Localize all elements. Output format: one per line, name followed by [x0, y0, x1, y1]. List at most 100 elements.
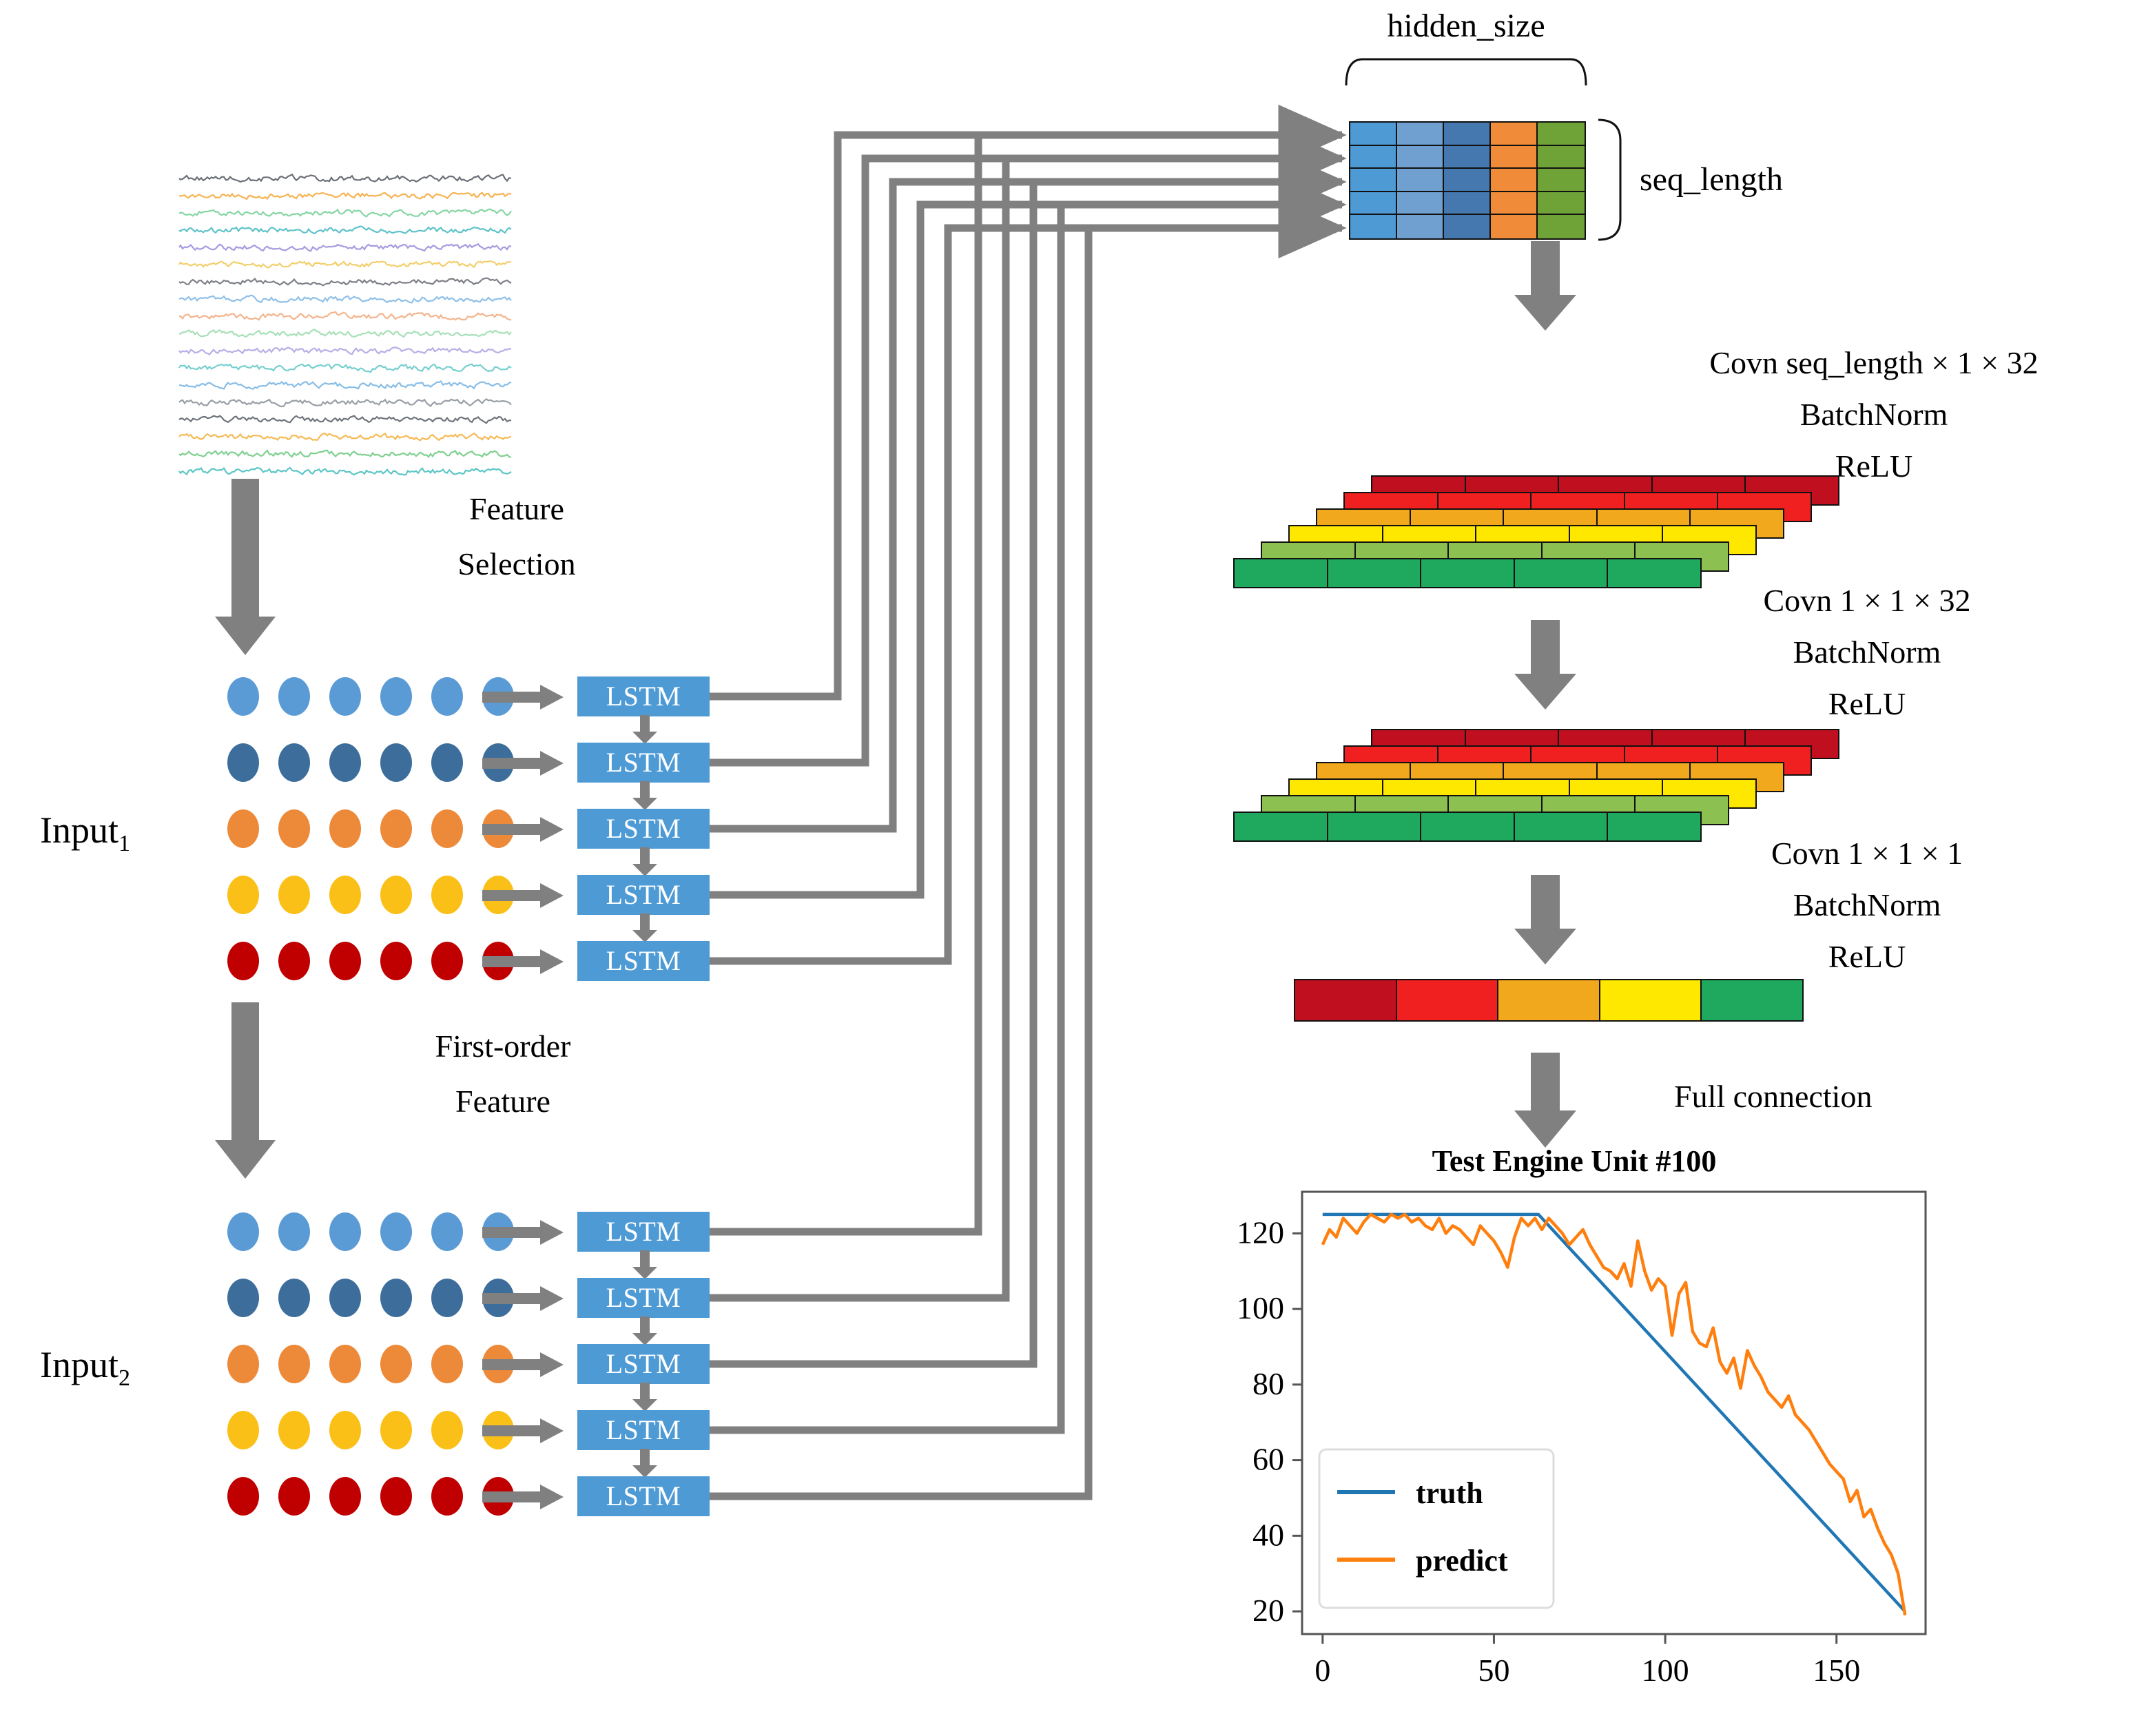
first-order-feature-arrow — [215, 1002, 276, 1179]
final-vector-segment — [1600, 980, 1702, 1020]
input-dot — [329, 942, 361, 980]
input-dot — [431, 876, 463, 914]
lstm-block[interactable]: LSTM — [577, 875, 710, 915]
lstm-output-wire — [710, 105, 1347, 1236]
stage-arrow-2 — [1514, 620, 1576, 710]
hidden-size-brace — [1345, 58, 1587, 86]
lstm-block[interactable]: LSTM — [577, 809, 710, 849]
input2-label: Input2 — [40, 1343, 130, 1392]
lstm-block[interactable]: LSTM — [577, 743, 710, 783]
lstm-chain-arrow — [632, 781, 657, 810]
input1-label-subscript: 1 — [118, 830, 130, 856]
final-vector-segment — [1702, 980, 1802, 1020]
feature-map-cell — [1235, 559, 1328, 587]
matrix-cell — [1538, 192, 1585, 216]
input2-label-text: Input — [40, 1344, 118, 1385]
dots-to-lstm-arrow — [482, 949, 564, 974]
feature-map-slab — [1233, 812, 1702, 842]
dots-to-lstm-arrow — [482, 1418, 564, 1443]
input-dot — [329, 1279, 361, 1317]
input-dot — [278, 1477, 310, 1516]
feature-map-stack-1 — [1233, 475, 1853, 613]
feature-map-cell — [1515, 813, 1609, 840]
matrix-cell — [1350, 215, 1397, 238]
input-dot — [227, 1411, 259, 1449]
matrix-cell — [1491, 169, 1538, 192]
matrix-cell — [1491, 145, 1538, 169]
lstm-block[interactable]: LSTM — [577, 676, 710, 716]
lstm-chain-arrow — [632, 1250, 657, 1279]
y-axis-tick: 120 — [1237, 1215, 1284, 1250]
dots-to-lstm-arrow — [482, 883, 564, 908]
conv2-line3: ReLU — [1828, 686, 1906, 721]
prediction-chart: Test Engine Unit #100 20 40 60 80 100 120 0 50 1… — [1199, 1144, 1950, 1736]
x-axis-tick: 150 — [1813, 1653, 1860, 1688]
input-dot — [431, 1345, 463, 1383]
matrix-cell — [1350, 169, 1397, 192]
dots-to-lstm-arrow — [482, 1220, 564, 1245]
input-dot — [227, 942, 259, 980]
input-dot — [431, 809, 463, 848]
lstm-block[interactable]: LSTM — [577, 1344, 710, 1384]
input-dot — [278, 1212, 310, 1251]
y-axis-tick: 20 — [1252, 1593, 1284, 1628]
first-order-label-line1: First-order — [435, 1029, 571, 1064]
input-dot — [278, 1411, 310, 1449]
matrix-cell — [1444, 169, 1491, 192]
matrix-cell — [1538, 145, 1585, 169]
input-dot — [329, 677, 361, 716]
feature-map-cell — [1608, 559, 1700, 587]
dots-to-lstm-arrow — [482, 817, 564, 842]
input-dot — [380, 1345, 412, 1383]
lstm-block[interactable]: LSTM — [577, 1410, 710, 1450]
input-dot — [380, 677, 412, 716]
input-dot — [278, 876, 310, 914]
input-dot — [227, 1212, 259, 1251]
input-dot — [227, 876, 259, 914]
input-dot — [329, 743, 361, 782]
lstm-block[interactable]: LSTM — [577, 1476, 710, 1516]
input-dot — [431, 1212, 463, 1251]
input-dot — [329, 1212, 361, 1251]
lstm-block[interactable]: LSTM — [577, 941, 710, 981]
conv1-line1: Covn seq_length × 1 × 32 — [1709, 345, 2039, 380]
matrix-cell — [1538, 215, 1585, 238]
x-axis-tick: 0 — [1314, 1653, 1330, 1688]
input-dot-row — [227, 1212, 514, 1251]
lstm-block[interactable]: LSTM — [577, 1212, 710, 1252]
conv1-line2: BatchNorm — [1799, 397, 1948, 432]
input-dot — [431, 1279, 463, 1317]
input-dot — [380, 809, 412, 848]
input-dot — [227, 809, 259, 848]
dots-to-lstm-arrow — [482, 1286, 564, 1311]
matrix-cell — [1444, 192, 1491, 216]
full-connection-label: Full connection — [1674, 1079, 1873, 1114]
matrix-cell — [1491, 215, 1538, 238]
lstm-chain-arrow — [632, 1383, 657, 1412]
legend-label: truth — [1416, 1476, 1483, 1510]
lstm-chain-arrow — [632, 1316, 657, 1345]
final-feature-vector — [1294, 979, 1804, 1022]
matrix-cell — [1444, 145, 1491, 169]
input1-label-text: Input — [40, 809, 118, 851]
y-axis-tick: 40 — [1252, 1517, 1284, 1552]
matrix-cell — [1350, 192, 1397, 216]
input-dot — [431, 1411, 463, 1449]
dots-to-lstm-arrow — [482, 751, 564, 776]
final-vector-segment — [1295, 980, 1397, 1020]
input-dot — [278, 677, 310, 716]
input-dot — [380, 1477, 412, 1516]
lstm-block[interactable]: LSTM — [577, 1278, 710, 1318]
sensor-traces-svg — [178, 173, 512, 476]
dots-to-lstm-arrow — [482, 1485, 564, 1509]
input-dot-row — [227, 1477, 514, 1516]
input-dot-row — [227, 1279, 514, 1317]
input-dot — [278, 1279, 310, 1317]
lstm-output-wire — [710, 128, 1347, 1302]
feature-map-cell — [1515, 559, 1609, 587]
input-dot — [380, 876, 412, 914]
dots-to-lstm-arrow — [482, 1352, 564, 1377]
feature-selection-label-line2: Selection — [457, 546, 576, 581]
input-dot-row — [227, 876, 514, 914]
input-dot — [431, 942, 463, 980]
